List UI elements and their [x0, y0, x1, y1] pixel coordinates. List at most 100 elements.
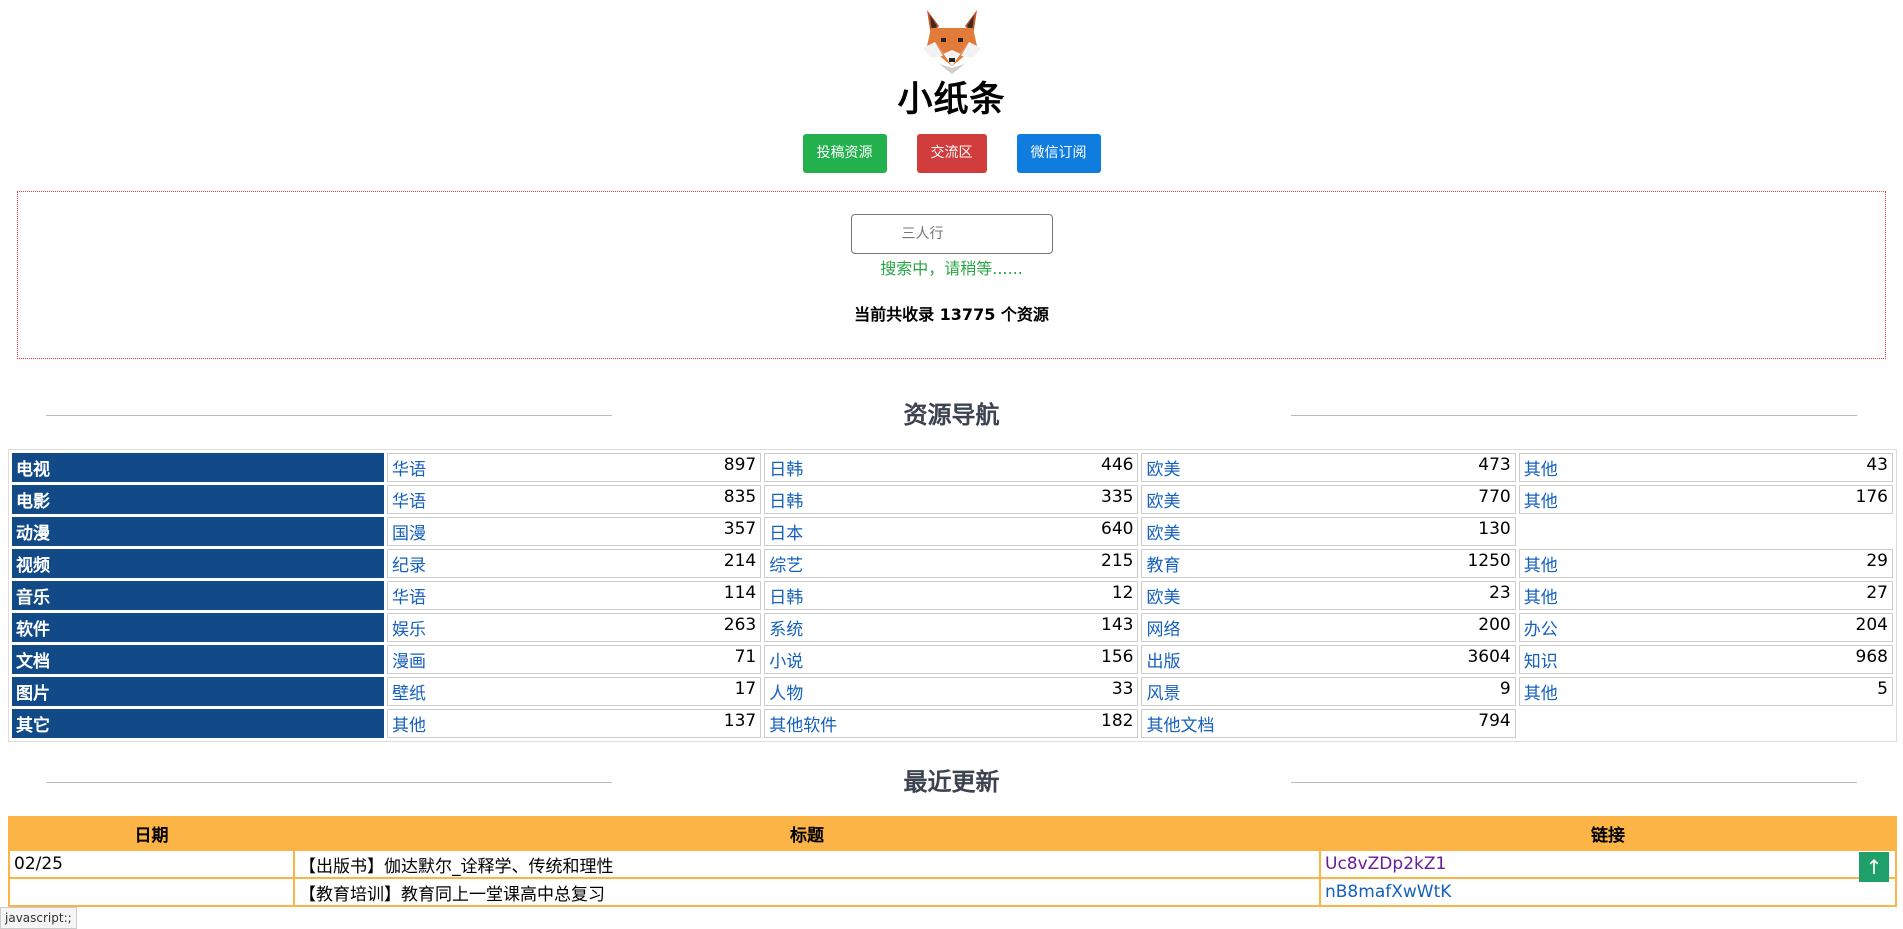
update-date: 02/25 — [8, 849, 295, 879]
nav-subcategory-link[interactable]: 欧美 — [1146, 487, 1180, 512]
nav-subcategory-link[interactable]: 其他 — [1524, 487, 1558, 512]
nav-subcategory-link[interactable]: 壁纸 — [392, 679, 426, 704]
nav-subcategory-link[interactable]: 其他 — [1524, 551, 1558, 576]
nav-subcategory-cell: 出版 3604 — [1141, 645, 1516, 674]
nav-count: 794 — [1478, 711, 1511, 731]
nav-subcategory-link[interactable]: 风景 — [1146, 679, 1180, 704]
arrow-up-icon[interactable]: ↑ — [1859, 852, 1889, 882]
nav-subcategory-link[interactable]: 出版 — [1146, 647, 1180, 672]
divider — [46, 782, 612, 783]
nav-subcategory-link[interactable]: 其他 — [1524, 679, 1558, 704]
wechat-subscribe-button[interactable]: 微信订阅 — [1016, 134, 1101, 173]
nav-count: 71 — [734, 647, 757, 667]
nav-category: 软件 — [12, 613, 385, 642]
column-header-link: 链接 — [1319, 816, 1897, 851]
nav-subcategory-link[interactable]: 欧美 — [1146, 455, 1180, 480]
nav-count: 5 — [1877, 679, 1888, 699]
update-link[interactable]: nB8mafXwWtK — [1319, 877, 1897, 907]
nav-empty-cell — [1519, 709, 1893, 738]
nav-subcategory-cell: 其他文档 794 — [1141, 709, 1516, 738]
nav-subcategory-link[interactable]: 华语 — [392, 583, 426, 608]
nav-count: 156 — [1101, 647, 1134, 667]
table-row: 【教育培训】教育同上一堂课高中总复习 nB8mafXwWtK — [8, 877, 1897, 907]
nav-subcategory-link[interactable]: 其他 — [392, 711, 426, 736]
nav-subcategory-cell: 日本 640 — [764, 517, 1139, 546]
nav-subcategory-link[interactable]: 其他 — [1524, 455, 1558, 480]
nav-subcategory-cell: 华语 835 — [387, 485, 762, 514]
nav-category: 视频 — [12, 549, 385, 578]
nav-subcategory-link[interactable]: 国漫 — [392, 519, 426, 544]
nav-subcategory-link[interactable]: 人物 — [769, 679, 803, 704]
forum-button[interactable]: 交流区 — [916, 134, 987, 173]
divider — [1291, 782, 1857, 783]
nav-subcategory-cell: 欧美 23 — [1141, 581, 1516, 610]
nav-subcategory-cell: 其他 29 — [1518, 549, 1893, 578]
nav-count: 214 — [723, 551, 757, 571]
nav-subcategory-link[interactable]: 日韩 — [769, 455, 803, 480]
nav-subcategory-link[interactable]: 漫画 — [392, 647, 426, 672]
nav-subcategory-link[interactable]: 日本 — [769, 519, 803, 544]
nav-count: 43 — [1866, 455, 1888, 475]
nav-heading: 资源导航 — [903, 401, 1000, 429]
nav-row: 视频 纪录 214 综艺 215 教育 1250 其他 29 — [12, 549, 1893, 578]
nav-row: 电视 华语 897 日韩 446 欧美 473 其他 43 — [12, 453, 1893, 482]
nav-subcategory-link[interactable]: 日韩 — [769, 487, 803, 512]
nav-subcategory-link[interactable]: 小说 — [769, 647, 803, 672]
nav-subcategory-cell: 人物 33 — [764, 677, 1139, 706]
nav-subcategory-link[interactable]: 其他 — [1524, 583, 1558, 608]
nav-subcategory-link[interactable]: 网络 — [1146, 615, 1180, 640]
nav-subcategory-link[interactable]: 纪录 — [392, 551, 426, 576]
nav-subcategory-cell: 办公 204 — [1518, 613, 1893, 642]
nav-subcategory-cell: 系统 143 — [764, 613, 1139, 642]
nav-subcategory-cell: 娱乐 263 — [387, 613, 762, 642]
nav-subcategory-cell: 欧美 130 — [1141, 517, 1516, 546]
submit-resource-button[interactable]: 投稿资源 — [802, 134, 887, 173]
nav-count: 182 — [1101, 711, 1134, 731]
divider — [1291, 415, 1857, 416]
nav-category: 动漫 — [12, 517, 385, 546]
nav-count: 29 — [1866, 551, 1888, 571]
search-status: 搜索中，请稍等...... — [880, 259, 1023, 278]
nav-count: 770 — [1478, 487, 1511, 507]
nav-subcategory-link[interactable]: 娱乐 — [392, 615, 426, 640]
nav-count: 3604 — [1467, 647, 1511, 667]
nav-row: 软件 娱乐 263 系统 143 网络 200 办公 204 — [12, 613, 1893, 642]
nav-subcategory-link[interactable]: 华语 — [392, 455, 426, 480]
nav-count: 640 — [1101, 519, 1134, 539]
update-link[interactable]: Uc8vZDp2kZ1 — [1319, 849, 1897, 879]
nav-count: 446 — [1101, 455, 1134, 475]
nav-subcategory-link[interactable]: 欧美 — [1146, 519, 1180, 544]
nav-subcategory-link[interactable]: 欧美 — [1146, 583, 1180, 608]
nav-subcategory-link[interactable]: 教育 — [1146, 551, 1180, 576]
nav-count: 897 — [723, 455, 757, 475]
nav-subcategory-link[interactable]: 系统 — [769, 615, 803, 640]
nav-subcategory-link[interactable]: 综艺 — [769, 551, 803, 576]
nav-row: 其它 其他 137 其他软件 182 其他文档 794 — [12, 709, 1893, 738]
table-row: 02/25 【出版书】伽达默尔_诠释学、传统和理性 Uc8vZDp2kZ1 — [8, 849, 1897, 879]
search-input[interactable] — [850, 214, 1053, 254]
nav-section-heading: 资源导航 — [0, 395, 1903, 435]
nav-subcategory-cell: 华语 897 — [387, 453, 762, 482]
nav-subcategory-link[interactable]: 知识 — [1524, 647, 1558, 672]
nav-subcategory-cell: 其他 5 — [1518, 677, 1893, 706]
nav-subcategory-link[interactable]: 华语 — [392, 487, 426, 512]
nav-count: 263 — [723, 615, 757, 635]
nav-subcategory-cell: 国漫 357 — [387, 517, 762, 546]
nav-subcategory-cell: 知识 968 — [1518, 645, 1893, 674]
nav-subcategory-cell: 纪录 214 — [387, 549, 762, 578]
nav-subcategory-link[interactable]: 日韩 — [769, 583, 803, 608]
nav-subcategory-link[interactable]: 办公 — [1524, 615, 1558, 640]
nav-count: 204 — [1855, 615, 1888, 635]
nav-count: 335 — [1101, 487, 1134, 507]
nav-count: 114 — [723, 583, 757, 603]
nav-subcategory-cell: 日韩 335 — [764, 485, 1139, 514]
nav-subcategory-link[interactable]: 其他文档 — [1146, 711, 1214, 736]
nav-count: 27 — [1866, 583, 1888, 603]
column-header-date: 日期 — [8, 816, 295, 851]
nav-count: 143 — [1101, 615, 1134, 635]
nav-subcategory-cell: 其他软件 182 — [764, 709, 1139, 738]
resource-nav-table: 电视 华语 897 日韩 446 欧美 473 其他 43 电影 华语 835 日韩 335 欧美 770 其他… — [8, 449, 1897, 742]
total-count: 当前共收录 13775 个资源 — [854, 305, 1049, 324]
nav-subcategory-cell: 其他 27 — [1518, 581, 1893, 610]
nav-subcategory-link[interactable]: 其他软件 — [769, 711, 837, 736]
